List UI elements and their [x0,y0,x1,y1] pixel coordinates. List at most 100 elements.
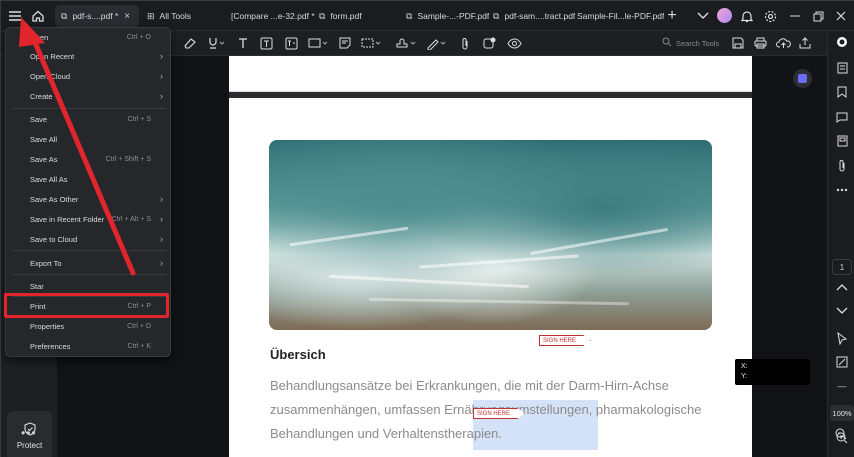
menu-item-save[interactable]: Save Ctrl + S [6,110,172,128]
eye-icon[interactable] [507,35,522,51]
textbox-icon[interactable] [260,35,273,51]
tab-label: Sample-...-PDF.pdf [417,11,490,21]
comment-icon[interactable] [832,108,852,126]
ai-assistant-button[interactable] [793,69,812,88]
document-viewer[interactable]: Übersich Behandlungsansätze bei Erkranku… [57,56,827,457]
ocean-wave-image [269,140,712,330]
callout-icon[interactable] [285,35,298,51]
tab-pdf-icon: ⧉ [493,10,500,21]
zoom-out-icon[interactable] [831,425,851,443]
link-icon[interactable] [483,35,496,51]
tab-pdf-icon: ⧉ [406,10,413,21]
search-tools[interactable]: Search Tools [662,35,719,51]
select-cursor-icon[interactable] [832,329,852,347]
menu-item-save-all[interactable]: Save All [6,130,172,148]
pdf-page: Übersich Behandlungsansätze bei Erkranku… [229,56,752,457]
menu-item-create[interactable]: Create › [6,87,172,105]
text-icon[interactable] [237,35,249,51]
gear-icon[interactable] [760,6,780,26]
tab-close-icon[interactable]: × [124,11,130,22]
tab-all-tools[interactable]: ⊞ All Tools [147,5,191,27]
chevron-right-icon: › [160,234,163,244]
menu-shortcut: Ctrl + Alt + S [111,215,151,223]
search-placeholder: Search Tools [676,38,720,48]
sticky-note-icon[interactable] [339,35,351,51]
tab-label: Sample-Fil...le-PDF.pdf [577,11,665,21]
sign-here-stamp[interactable]: SIGN HERE [473,408,526,419]
shape-icon[interactable] [308,35,330,51]
print-highlight-box [4,293,169,318]
menu-item-export-to[interactable]: Export To › [6,254,172,272]
tab-sample-pdf[interactable]: ⧉ Sample-...-PDF.pdf [406,5,489,27]
chevron-down-icon[interactable] [832,302,852,320]
chevron-right-icon: › [160,194,163,204]
minimize-icon[interactable] [785,6,805,26]
save-icon[interactable] [732,35,744,51]
tab-sample-file[interactable]: Sample-Fil...le-PDF.pdf [577,5,664,27]
grid-icon: ⊞ [147,10,155,21]
tab-label: form.pdf [330,11,362,21]
menu-item-preferences[interactable]: Preferences Ctrl + K [6,337,172,355]
coordinate-readout: X: Y: [735,359,810,385]
more-icon[interactable]: ••• [21,426,37,440]
tab-pdf-s[interactable]: ⧉ pdf-s....pdf * × [55,5,139,27]
page-number-field[interactable]: 1 [832,259,852,275]
search-icon [662,37,672,49]
area-tool-icon[interactable] [361,35,383,51]
ai-icon[interactable] [832,33,852,51]
sign-here-stamp[interactable]: SIGN HERE [539,335,592,346]
chevron-up-icon[interactable] [832,278,852,296]
chevron-right-icon: › [160,51,163,61]
home-icon[interactable] [28,6,48,26]
tab-compare[interactable]: [Compare ...e-32.pdf * [231,5,315,27]
menu-label: Create [30,91,53,101]
menu-item-save-as[interactable]: Save As Ctrl + Shift + S [6,150,172,168]
menu-label: Save All As [30,174,68,184]
menu-item-save-to-cloud[interactable]: Save to Cloud › [6,230,172,248]
bell-icon[interactable] [737,6,757,26]
tab-label: pdf-s....pdf * [72,11,119,21]
menu-item-open[interactable]: Open Ctrl + O [6,28,172,46]
menu-item-save-recent-folder[interactable]: Save in Recent Folder Ctrl + Alt + S › [6,210,172,228]
protect-label: Protect [16,441,43,450]
close-icon[interactable] [831,6,851,26]
menu-shortcut: Ctrl + D [127,322,151,330]
more-options-icon[interactable] [832,181,852,199]
signature-icon[interactable] [426,35,448,51]
attachment-panel-icon[interactable] [832,156,852,174]
menu-item-open-cloud[interactable]: Open Cloud › [6,67,172,85]
menu-item-save-as-other[interactable]: Save As Other › [6,190,172,208]
tab-label: pdf-sam....tract.pdf [504,11,576,21]
menu-item-open-recent[interactable]: Open Recent › [6,47,172,65]
tab-form[interactable]: ⧉ form.pdf [319,5,362,27]
share-icon[interactable] [799,35,811,51]
properties-icon[interactable] [832,59,852,77]
tab-pdf-sam-tract[interactable]: ⧉ pdf-sam....tract.pdf [493,5,575,27]
menu-label: Open Recent [30,51,75,61]
zoom-level[interactable]: 100% [830,405,854,421]
tab-pdf-icon: ⧉ [61,10,68,21]
app-window: ⧉ pdf-s....pdf * × ⊞ All Tools [Compare … [0,0,854,457]
menu-label: Save to Cloud [30,234,78,244]
bookmark-icon[interactable] [832,83,852,101]
tab-pdf-icon: ⧉ [319,10,326,21]
menu-item-save-all-as[interactable]: Save All As [6,170,172,188]
menu-label: Save As Other [30,194,79,204]
chevron-down-icon[interactable] [693,6,713,26]
new-tab-icon[interactable]: + [662,6,682,26]
underline-icon[interactable] [208,35,226,51]
stamp-icon[interactable] [396,35,418,51]
right-sidebar: 1 — 100% [827,31,854,457]
cloud-upload-icon[interactable] [776,35,791,51]
attachment-icon[interactable] [460,35,470,51]
eraser-icon[interactable] [183,35,196,51]
menu-label: Save in Recent Folder [30,214,105,224]
avatar[interactable] [717,8,732,23]
menu-label: Properties [30,321,65,331]
thumbnail-icon[interactable] [832,132,852,150]
printer-icon[interactable] [754,35,767,51]
fit-page-icon[interactable] [832,353,852,371]
menu-item-properties[interactable]: Properties Ctrl + D [6,317,172,335]
hamburger-menu-icon[interactable] [5,6,25,26]
restore-icon[interactable] [808,6,828,26]
